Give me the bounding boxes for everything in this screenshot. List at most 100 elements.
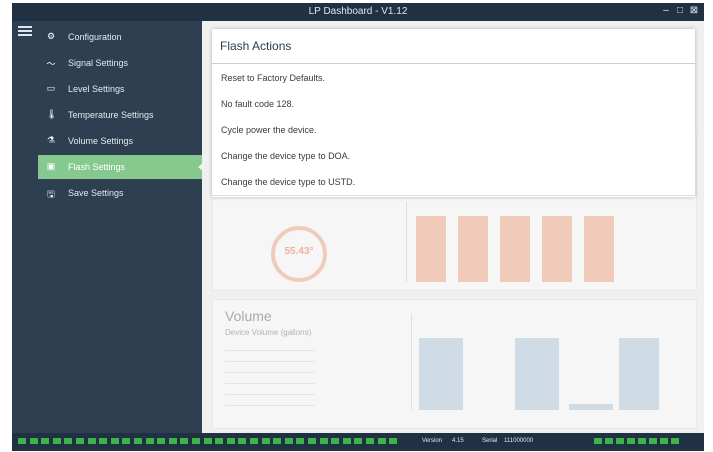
- status-indicator: [638, 438, 646, 444]
- status-indicator: [99, 438, 108, 444]
- sidebar-item-label: Temperature Settings: [68, 110, 154, 120]
- volume-table: [225, 344, 315, 410]
- volume-bar: [419, 338, 463, 410]
- sidebar-item-save-settings[interactable]: 🖫 Save Settings: [38, 181, 202, 205]
- status-indicator: [649, 438, 657, 444]
- status-indicator: [605, 438, 613, 444]
- status-indicator: [660, 438, 668, 444]
- status-indicator: [168, 438, 177, 444]
- flash-actions-panel: Flash Actions Reset to Factory Defaults.…: [212, 29, 695, 197]
- status-indicator: [134, 438, 142, 444]
- status-indicator: [87, 438, 96, 444]
- status-indicator: [354, 438, 363, 444]
- sidebar-item-label: Volume Settings: [68, 136, 134, 146]
- sidebar-item-volume-settings[interactable]: ⚗ Volume Settings: [38, 129, 202, 153]
- flash-action-label: Cycle power the device.: [221, 125, 317, 135]
- sidebar-item-label: Signal Settings: [68, 58, 129, 68]
- sidebar-item-flash-settings[interactable]: ▣ Flash Settings: [38, 155, 204, 179]
- flash-action-label: No fault code 128.: [221, 99, 295, 109]
- divider: [212, 63, 695, 64]
- flash-action-fault-code[interactable]: No fault code 128.: [212, 91, 695, 118]
- volume-subtitle: Device Volume (gallons): [225, 328, 312, 337]
- sidebar-item-label: Flash Settings: [68, 162, 126, 172]
- volume-icon: ⚗: [46, 135, 56, 145]
- sidebar-item-configuration[interactable]: ⚙ Configuration: [38, 25, 202, 49]
- status-indicator: [29, 438, 38, 444]
- flash-action-cycle-power[interactable]: Cycle power the device.: [212, 117, 695, 144]
- status-indicator: [157, 438, 166, 444]
- flash-action-reset-defaults[interactable]: Reset to Factory Defaults.: [212, 65, 695, 92]
- status-indicator: [261, 438, 270, 444]
- status-indicator: [671, 438, 679, 444]
- status-indicator: [52, 438, 61, 444]
- temperature-bar: [584, 216, 614, 282]
- thermometer-icon: 🌡: [46, 109, 58, 119]
- temperature-bar: [458, 216, 488, 282]
- temperature-bar: [542, 216, 572, 282]
- save-icon: 🖫: [47, 189, 55, 199]
- status-indicator: [594, 438, 602, 444]
- status-indicator: [192, 438, 200, 444]
- status-indicator: [377, 438, 386, 444]
- sidebar-item-label: Configuration: [68, 32, 122, 42]
- serial-label: Serial: [482, 438, 498, 444]
- temperature-gauge-value: 55.43°: [284, 246, 314, 257]
- title-bar: LP Dashboard - V1.12 – □ ⊠: [12, 3, 704, 21]
- status-indicator: [342, 438, 351, 444]
- status-indicator: [215, 438, 224, 444]
- volume-title: Volume: [225, 308, 272, 324]
- volume-card: Volume Device Volume (gallons): [212, 299, 697, 429]
- flash-action-label: Change the device type to DOA.: [221, 151, 351, 161]
- status-indicator: [308, 438, 316, 444]
- status-indicator: [180, 438, 189, 444]
- flash-action-device-type-ustd[interactable]: Change the device type to USTD.: [212, 169, 695, 196]
- version-label: Version: [422, 438, 443, 444]
- volume-bar: [569, 404, 613, 410]
- maximize-icon[interactable]: □: [674, 5, 686, 16]
- serial-value: 111000000: [504, 438, 534, 444]
- status-indicator: [41, 438, 50, 444]
- level-icon: ▭: [46, 83, 56, 93]
- volume-bar: [515, 338, 559, 410]
- hamburger-menu-icon[interactable]: [18, 24, 32, 38]
- sidebar: ⚙ Configuration 〜 Signal Settings ▭ Leve…: [12, 21, 204, 433]
- status-indicator: [203, 438, 212, 444]
- sidebar-item-signal-settings[interactable]: 〜 Signal Settings: [38, 51, 202, 75]
- status-indicator: [389, 438, 398, 444]
- status-indicator: [284, 438, 293, 444]
- status-indicator: [250, 438, 258, 444]
- status-indicator: [18, 438, 26, 444]
- close-icon[interactable]: ⊠: [688, 5, 700, 16]
- status-indicator: [616, 438, 624, 444]
- status-indicator: [627, 438, 635, 444]
- status-indicator: [296, 438, 305, 444]
- flash-action-label: Change the device type to USTD.: [221, 177, 356, 187]
- flash-actions-title: Flash Actions: [220, 39, 292, 53]
- status-indicator: [319, 438, 328, 444]
- status-indicator: [331, 438, 340, 444]
- status-indicator: [76, 438, 84, 444]
- status-indicator: [238, 438, 247, 444]
- sidebar-item-label: Level Settings: [68, 84, 125, 94]
- status-indicator: [64, 438, 73, 444]
- minimize-icon[interactable]: –: [660, 5, 672, 16]
- sidebar-item-temperature-settings[interactable]: 🌡 Temperature Settings: [38, 103, 202, 127]
- sidebar-item-label: Save Settings: [68, 188, 124, 198]
- temperature-chart: [416, 192, 616, 282]
- temperature-bar: [416, 216, 446, 282]
- flash-action-device-type-doa[interactable]: Change the device type to DOA.: [212, 143, 695, 170]
- volume-bar: [619, 338, 659, 410]
- status-indicator: [145, 438, 154, 444]
- version-value: 4.15: [452, 438, 464, 444]
- main-content: 55.43° Volume Device Volume (gallons) Fl…: [202, 21, 704, 433]
- status-indicator: [226, 438, 235, 444]
- volume-chart: [419, 316, 659, 410]
- signal-icon: 〜: [46, 59, 56, 69]
- sidebar-item-level-settings[interactable]: ▭ Level Settings: [38, 77, 202, 101]
- temperature-chart-axis: [406, 202, 407, 282]
- status-indicator: [122, 438, 131, 444]
- flash-action-label: Reset to Factory Defaults.: [221, 73, 326, 83]
- status-indicator: [273, 438, 282, 444]
- status-indicator: [366, 438, 374, 444]
- app-window: LP Dashboard - V1.12 – □ ⊠ ⚙ Configurati…: [12, 3, 704, 451]
